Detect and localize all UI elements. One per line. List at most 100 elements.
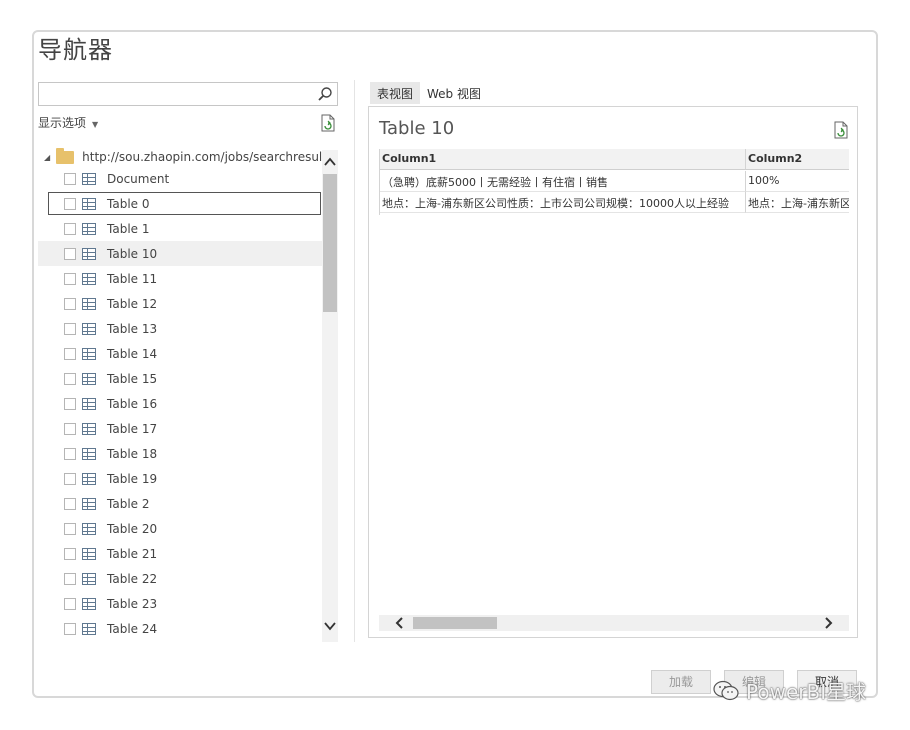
table-row: 地点：上海-浦东新区公司性质：上市公司公司规模：10000人以上经验 地点：上海…: [380, 192, 849, 213]
pane-divider[interactable]: [354, 80, 355, 642]
tree-item-label: Table 15: [107, 371, 158, 386]
checkbox[interactable]: [64, 497, 76, 510]
tree-item[interactable]: Table 15: [38, 366, 322, 391]
tree-item-label: Document: [107, 171, 170, 186]
table-icon: [82, 622, 96, 635]
tree-item-label: Table 18: [107, 446, 158, 461]
table-cell: （急聘）底薪5000丨无需经验丨有住宿丨销售: [380, 171, 746, 192]
tree-item[interactable]: Table 18: [38, 441, 322, 466]
refresh-preview-icon[interactable]: [833, 121, 849, 139]
tree-item[interactable]: Table 23: [38, 591, 322, 616]
tree-item[interactable]: Table 0: [47, 191, 322, 216]
table-cell: 地点：上海-浦东新区公司性质：上市公司公司规模：10000人以上经验: [380, 192, 746, 213]
tree-root-node[interactable]: ◢ http://sou.zhaopin.com/jobs/searchresu…: [44, 146, 338, 168]
preview-pane: Table 10 Column1 Column2 （急聘）底薪5000丨无需经验…: [368, 106, 858, 638]
chevron-down-icon[interactable]: [324, 620, 336, 632]
tree-item-label: Table 11: [107, 271, 158, 286]
tree-item[interactable]: Table 21: [38, 541, 322, 566]
tree-item-label: Table 23: [107, 596, 158, 611]
tree-vertical-scrollbar[interactable]: [322, 150, 338, 642]
table-icon: [82, 272, 96, 285]
collapse-icon[interactable]: ◢: [44, 153, 50, 162]
tree-item-label: Table 20: [107, 521, 158, 536]
view-tabs: 表视图 Web 视图: [370, 82, 488, 104]
table-icon: [82, 197, 96, 210]
tree-item[interactable]: Document: [38, 166, 322, 191]
column-header[interactable]: Column1: [380, 149, 746, 170]
checkbox[interactable]: [64, 322, 76, 335]
table-icon: [82, 172, 96, 185]
folder-icon: [56, 147, 75, 164]
search-icon[interactable]: [317, 86, 333, 102]
checkbox[interactable]: [64, 272, 76, 285]
checkbox[interactable]: [64, 347, 76, 360]
preview-horizontal-scrollbar[interactable]: [379, 615, 849, 631]
table-icon: [82, 497, 96, 510]
chevron-up-icon[interactable]: [324, 156, 336, 168]
checkbox[interactable]: [64, 622, 76, 635]
checkbox[interactable]: [64, 447, 76, 460]
tree-item-label: Table 12: [107, 296, 158, 311]
refresh-icon[interactable]: [320, 114, 336, 132]
tree-item[interactable]: Table 12: [38, 291, 322, 316]
table-icon: [82, 422, 96, 435]
checkbox[interactable]: [64, 397, 76, 410]
table-icon: [82, 447, 96, 460]
table-icon: [82, 347, 96, 360]
tree-item[interactable]: Table 17: [38, 416, 322, 441]
tree-item[interactable]: Table 19: [38, 466, 322, 491]
table-icon: [82, 397, 96, 410]
tree-item-label: Table 21: [107, 546, 158, 561]
table-icon: [82, 322, 96, 335]
checkbox[interactable]: [64, 572, 76, 585]
tree-item-label: Table 16: [107, 396, 158, 411]
scrollbar-thumb[interactable]: [323, 174, 337, 312]
checkbox[interactable]: [64, 222, 76, 235]
table-icon: [82, 572, 96, 585]
tree-item[interactable]: Table 11: [38, 266, 322, 291]
checkbox[interactable]: [64, 522, 76, 535]
table-header-row: Column1 Column2: [380, 149, 849, 170]
checkbox[interactable]: [64, 297, 76, 310]
table-icon: [82, 247, 96, 260]
watermark-text: PowerBI星球: [746, 680, 867, 704]
table-icon: [82, 297, 96, 310]
tree-item[interactable]: Table 10: [38, 241, 322, 266]
checkbox[interactable]: [64, 597, 76, 610]
table-cell: 地点：上海-浦东新区: [746, 192, 849, 213]
checkbox[interactable]: [64, 472, 76, 485]
load-button[interactable]: 加载: [651, 670, 711, 694]
tree-item[interactable]: Table 24: [38, 616, 322, 641]
table-icon: [82, 597, 96, 610]
tree-item[interactable]: Table 14: [38, 341, 322, 366]
checkbox[interactable]: [64, 197, 76, 210]
table-icon: [82, 522, 96, 535]
checkbox[interactable]: [64, 422, 76, 435]
watermark: PowerBI星球: [712, 676, 866, 705]
chevron-right-icon[interactable]: [821, 616, 835, 630]
tree-item[interactable]: Table 1: [38, 216, 322, 241]
table-icon: [82, 547, 96, 560]
chevron-left-icon[interactable]: [393, 616, 407, 630]
search-input[interactable]: [38, 82, 338, 106]
checkbox[interactable]: [64, 247, 76, 260]
tree-item-label: Table 1: [107, 221, 150, 236]
checkbox[interactable]: [64, 372, 76, 385]
tab-table-view[interactable]: 表视图: [370, 82, 421, 104]
tree-item[interactable]: Table 22: [38, 566, 322, 591]
tree-item[interactable]: Table 16: [38, 391, 322, 416]
tree-item[interactable]: Table 13: [38, 316, 322, 341]
tree-item[interactable]: Table 2: [38, 491, 322, 516]
tree-item-label: Table 24: [107, 621, 158, 636]
display-options-dropdown[interactable]: 显示选项 ▼: [38, 114, 98, 131]
column-header[interactable]: Column2: [746, 149, 849, 170]
checkbox[interactable]: [64, 547, 76, 560]
checkbox[interactable]: [64, 172, 76, 185]
tree-item-label: Table 2: [107, 496, 150, 511]
table-cell: 100%: [746, 171, 849, 192]
tab-web-view[interactable]: Web 视图: [420, 82, 488, 104]
scrollbar-thumb[interactable]: [413, 617, 497, 629]
dialog-title: 导航器: [38, 36, 113, 64]
tree-item-label: Table 13: [107, 321, 158, 336]
tree-item[interactable]: Table 20: [38, 516, 322, 541]
